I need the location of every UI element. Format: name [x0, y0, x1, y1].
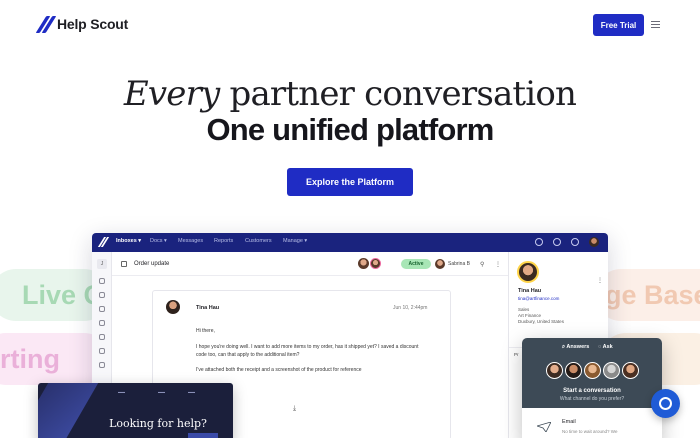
widget-tab-ask[interactable]: ◌ Ask [598, 344, 613, 350]
app-menu-docs[interactable]: Docs ▾ [150, 238, 167, 244]
conversation-header: Order update Active Sabrina B ⚲ ⋮ [112, 252, 508, 276]
search-icon[interactable] [571, 238, 579, 246]
help-center-preview: ▬▬ ▬▬ ▬▬ Looking for help? [38, 383, 233, 438]
widget-tab-answers[interactable]: ⌕ Answers [562, 344, 589, 351]
hamburger-menu-icon[interactable] [651, 21, 660, 28]
customer-email[interactable]: tina@artfinance.com [518, 296, 559, 301]
download-attachment-icon[interactable]: ⤓ [293, 405, 296, 413]
agent-avatar-small [370, 258, 381, 269]
message-body-line-2: code too, can that apply to the addition… [196, 352, 300, 358]
app-logo-icon [97, 237, 110, 247]
app-top-bar: Inboxes ▾ Docs ▾ Messages Reports Custom… [92, 233, 608, 252]
agent-avatar-3 [584, 362, 601, 379]
free-trial-button[interactable]: Free Trial [593, 14, 644, 36]
status-badge[interactable]: Active [401, 259, 431, 269]
customer-avatar-small [358, 258, 369, 269]
help-icon[interactable] [553, 238, 561, 246]
beacon-launcher-button[interactable] [651, 389, 680, 418]
brand-name: Help Scout [57, 16, 129, 32]
app-menu-manage[interactable]: Manage ▾ [283, 238, 307, 244]
notifications-icon[interactable] [535, 238, 543, 246]
hero-headline-rest: partner conversation [219, 74, 577, 114]
widget-tab-ask-label: Ask [602, 344, 613, 350]
agent-avatar-5 [622, 362, 639, 379]
messages-icon[interactable] [99, 320, 105, 326]
app-menu-customers[interactable]: Customers [245, 238, 272, 244]
chat-icon[interactable] [99, 278, 105, 284]
customer-avatar [517, 261, 539, 283]
paper-plane-icon [537, 422, 551, 432]
explore-platform-button[interactable]: Explore the Platform [287, 168, 413, 196]
user-avatar[interactable] [589, 237, 599, 247]
workspace-initial[interactable]: J [97, 259, 107, 269]
widget-title: Start a conversation [563, 388, 621, 394]
message-date: Jun 10, 2:44pm [393, 305, 428, 311]
brand-logo[interactable]: Help Scout [35, 15, 129, 33]
widget-subtitle: What channel do you prefer? [559, 396, 625, 402]
agent-avatar-1 [546, 362, 563, 379]
help-search-bar[interactable] [188, 433, 218, 438]
top-nav: Help Scout Free Trial [0, 0, 700, 50]
message-greeting: Hi there, [196, 328, 215, 334]
hero-headline-emphasis: Every [123, 74, 220, 114]
customer-name: Tina Hau [518, 288, 542, 294]
assignee-avatar [435, 259, 445, 269]
customer-company: Art Finance [518, 313, 542, 318]
message-body-line-1: I hope you're doing well. I want to add … [196, 344, 419, 350]
more-options-icon[interactable]: ⋮ [495, 261, 501, 268]
profile-more-icon[interactable]: ⋮ [597, 277, 603, 284]
email-option-description: No time to wait around? We [562, 429, 618, 434]
hero-headline-line2: One unified platform [206, 112, 494, 147]
sender-name: Tina Hau [196, 305, 220, 311]
app-menu-inboxes[interactable]: Inboxes ▾ [116, 238, 141, 244]
reports-icon[interactable] [99, 348, 105, 354]
conversation-icon [121, 261, 127, 267]
help-card-title: Looking for help? [109, 417, 207, 430]
customers-icon[interactable] [99, 334, 105, 340]
help-nav-dot-2: ▬▬ [158, 390, 165, 394]
customer-location: Duxbury, United States [518, 319, 564, 324]
customer-role: Sales [518, 307, 530, 312]
pin-icon[interactable]: ⚲ [480, 261, 484, 268]
bg-pill-knowledge-base: ge Base [595, 269, 700, 321]
widget-email-option[interactable]: Email No time to wait around? We [522, 408, 662, 438]
email-option-label: Email [562, 419, 576, 425]
sender-avatar [166, 300, 180, 314]
widget-tab-answers-label: Answers [566, 344, 590, 350]
agent-avatar-2 [565, 362, 582, 379]
app-menu-reports[interactable]: Reports [214, 238, 233, 244]
help-nav-dot-3: ▬▬ [188, 390, 195, 394]
app-menu-messages[interactable]: Messages [178, 238, 203, 244]
docs-icon[interactable] [99, 306, 105, 312]
help-scout-logo-icon [35, 15, 57, 33]
beacon-chat-widget: ⌕ Answers ◌ Ask Start a conversation Wha… [522, 338, 662, 438]
conversation-title: Order update [134, 261, 170, 267]
inbox-icon[interactable] [99, 292, 105, 298]
assignee-name[interactable]: Sabrina B [448, 261, 470, 267]
widget-header: ⌕ Answers ◌ Ask Start a conversation Wha… [522, 338, 662, 408]
help-nav-dot-1: ▬▬ [118, 390, 125, 394]
message-body-line-3: I've attached both the receipt and a scr… [196, 367, 362, 373]
settings-icon[interactable] [99, 362, 105, 368]
agent-avatar-4 [603, 362, 620, 379]
hero-headline-line1: Every partner conversation [0, 74, 700, 114]
